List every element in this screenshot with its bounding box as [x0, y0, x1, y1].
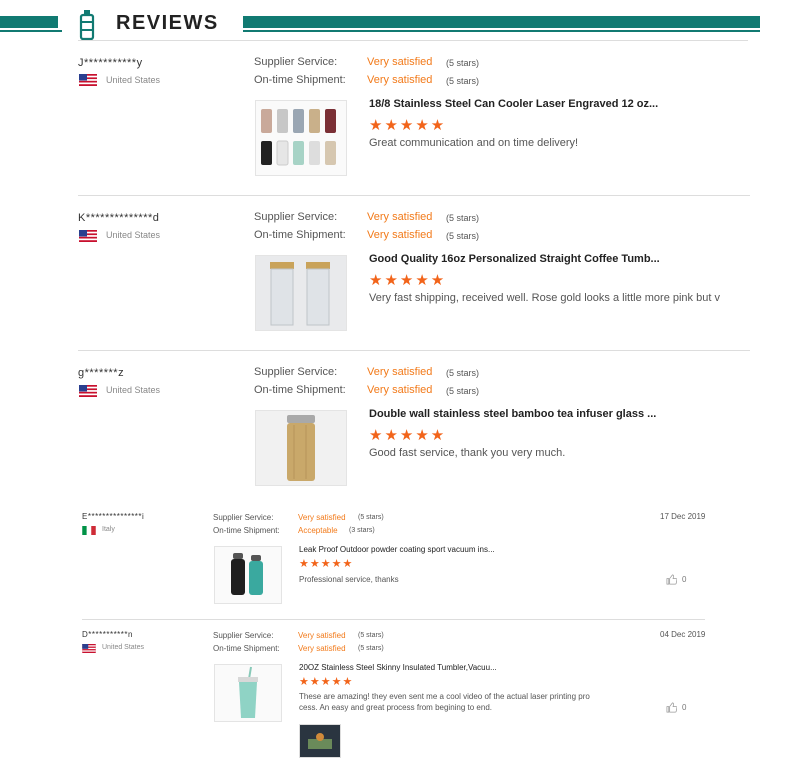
reviewer-country: United States: [102, 644, 145, 651]
review-comment-line-1: These are amazing! they even sent me a c…: [299, 692, 590, 701]
supplier-service-value: Very satisfied: [298, 513, 346, 522]
product-thumbnail[interactable]: [214, 664, 282, 722]
like-count: 0: [682, 575, 687, 584]
divider: [82, 619, 705, 620]
header-line-right: [243, 30, 760, 32]
product-thumbnail[interactable]: [255, 255, 347, 331]
header-bar-left: [0, 16, 58, 28]
supplier-service-value: Very satisfied: [367, 56, 433, 68]
reviewer-country: United States: [106, 75, 161, 85]
product-thumbnail[interactable]: [255, 100, 347, 176]
supplier-service-stars: (5 stars): [446, 58, 480, 68]
product-title[interactable]: 18/8 Stainless Steel Can Cooler Laser En…: [369, 98, 658, 110]
us-flag-icon: [79, 74, 97, 86]
shipment-stars: (5 stars): [446, 231, 480, 241]
review-date: 17 Dec 2019: [660, 512, 706, 521]
review-date: 04 Dec 2019: [660, 630, 706, 639]
us-flag-icon: [79, 385, 97, 397]
page-title: REVIEWS: [116, 12, 219, 34]
bamboo-tumbler-image: [287, 415, 315, 481]
shipment-value: Very satisfied: [367, 74, 433, 86]
reviewer-name: K**************d: [78, 212, 160, 224]
reviewer-name: g*******z: [78, 367, 125, 379]
rating-stars: ★★★★★: [369, 427, 447, 444]
review-comment: Professional service, thanks: [299, 575, 399, 584]
sport-bottles-image: [231, 553, 263, 595]
shipment-value: Very satisfied: [298, 644, 346, 653]
divider: [78, 195, 750, 196]
reviewer-name: E***************i: [82, 512, 145, 521]
supplier-service-value: Very satisfied: [367, 211, 433, 223]
us-flag-icon: [82, 644, 96, 653]
supplier-service-stars: (5 stars): [358, 632, 384, 639]
thumbs-up-icon[interactable]: [666, 702, 677, 713]
shipment-label: On-time Shipment:: [213, 644, 280, 653]
header-bar-right: [243, 16, 760, 28]
shipment-stars: (5 stars): [446, 76, 480, 86]
review-photo[interactable]: [299, 724, 341, 758]
supplier-service-value: Very satisfied: [298, 631, 346, 640]
shipment-stars: (5 stars): [446, 386, 480, 396]
review-comment-line-2: cess. An easy and great process from beg…: [299, 703, 493, 712]
shipment-value: Very satisfied: [367, 229, 433, 241]
shipment-value: Very satisfied: [367, 384, 433, 396]
shipment-stars: (3 stars): [349, 527, 375, 534]
supplier-service-label: Supplier Service:: [254, 366, 338, 378]
rating-stars: ★★★★★: [369, 117, 447, 134]
product-title[interactable]: 20OZ Stainless Steel Skinny Insulated Tu…: [299, 663, 497, 672]
supplier-service-stars: (5 stars): [446, 213, 480, 223]
supplier-service-label: Supplier Service:: [213, 631, 274, 640]
italy-flag-icon: [82, 526, 96, 535]
shipment-label: On-time Shipment:: [213, 526, 280, 535]
skinny-tumbler-image: [238, 666, 258, 718]
header-line-left: [0, 30, 62, 32]
product-thumbnail[interactable]: [214, 546, 282, 604]
supplier-service-stars: (5 stars): [446, 368, 480, 378]
reviewer-name: J***********y: [78, 57, 143, 69]
us-flag-icon: [79, 230, 97, 242]
supplier-service-label: Supplier Service:: [254, 211, 338, 223]
rating-stars: ★★★★★: [299, 558, 354, 570]
shipment-stars: (5 stars): [358, 645, 384, 652]
reviewer-country: Italy: [102, 526, 115, 533]
bottle-icon: [79, 10, 95, 40]
divider: [78, 350, 750, 351]
review-comment: Good fast service, thank you very much.: [369, 447, 566, 459]
divider: [78, 40, 748, 41]
supplier-service-stars: (5 stars): [358, 514, 384, 521]
shipment-label: On-time Shipment:: [254, 74, 346, 86]
product-thumbnail[interactable]: [255, 410, 347, 486]
supplier-service-label: Supplier Service:: [213, 513, 274, 522]
reviewer-country: United States: [106, 385, 161, 395]
tumblers-image: [270, 262, 330, 326]
reviewer-name: D***********n: [82, 630, 133, 639]
reviewer-country: United States: [106, 230, 161, 240]
product-title[interactable]: Good Quality 16oz Personalized Straight …: [369, 253, 660, 265]
rating-stars: ★★★★★: [299, 676, 354, 688]
product-title[interactable]: Double wall stainless steel bamboo tea i…: [369, 408, 656, 420]
thumbs-up-icon[interactable]: [666, 574, 677, 585]
review-comment: Great communication and on time delivery…: [369, 137, 579, 149]
shipment-label: On-time Shipment:: [254, 229, 346, 241]
supplier-service-label: Supplier Service:: [254, 56, 338, 68]
review-comment: Very fast shipping, received well. Rose …: [369, 292, 720, 304]
shipment-value: Acceptable: [298, 526, 338, 535]
like-count: 0: [682, 703, 687, 712]
product-title[interactable]: Leak Proof Outdoor powder coating sport …: [299, 545, 495, 554]
rating-stars: ★★★★★: [369, 272, 447, 289]
supplier-service-value: Very satisfied: [367, 366, 433, 378]
can-coolers-image: [261, 109, 336, 166]
shipment-label: On-time Shipment:: [254, 384, 346, 396]
laser-video-thumbnail: [300, 725, 340, 757]
